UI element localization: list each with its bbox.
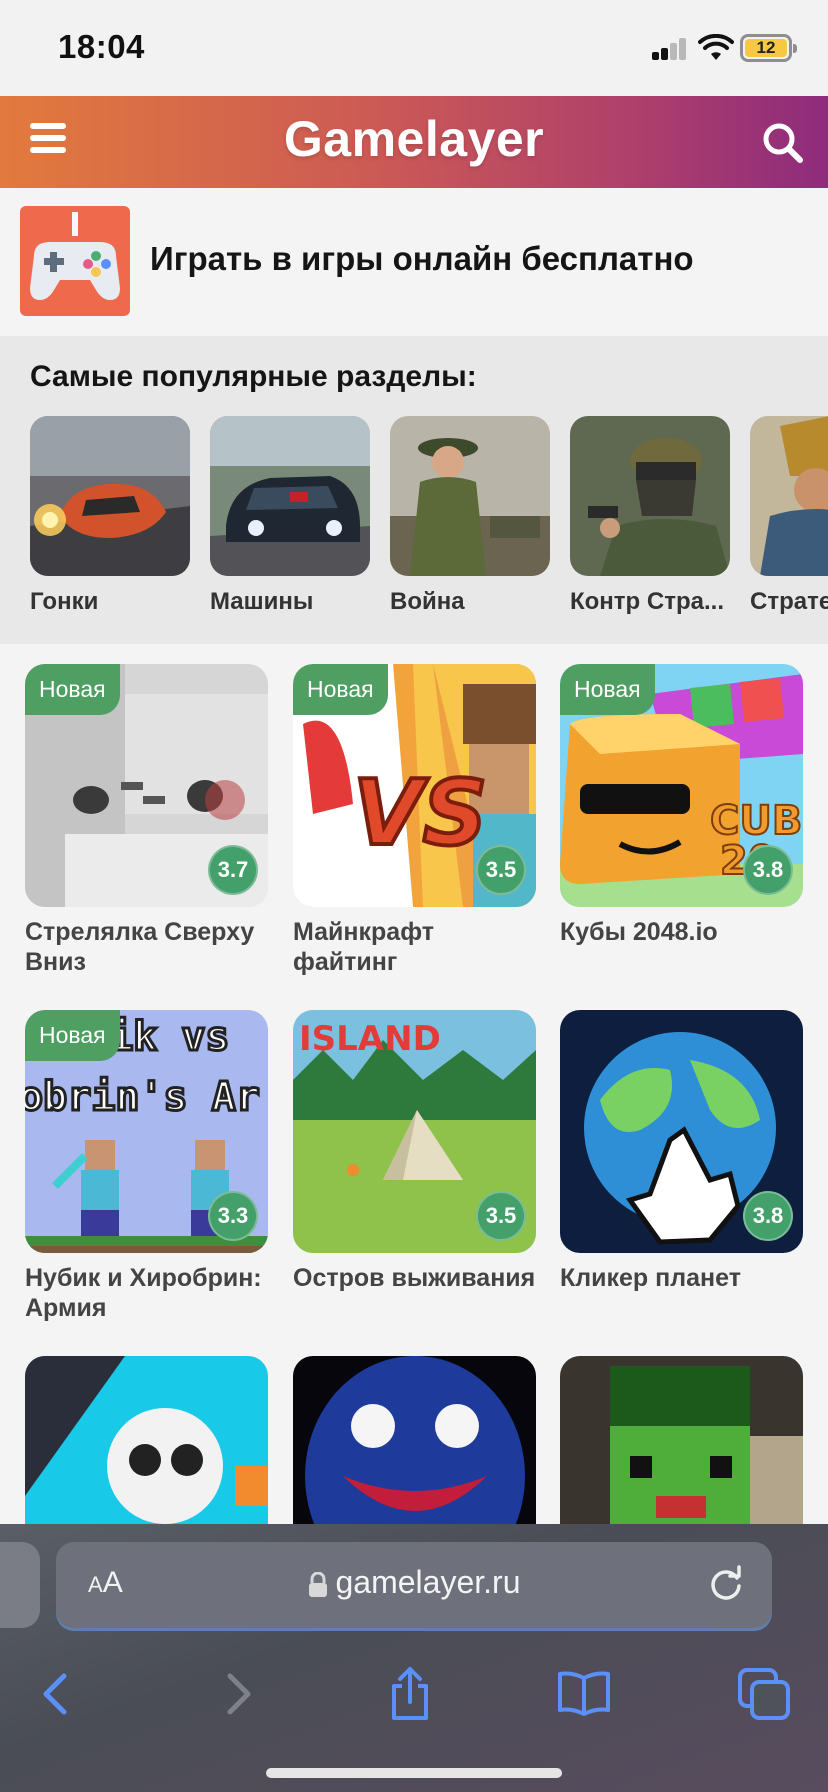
game-title: Нубик и Хиробрин: Армия	[25, 1264, 262, 1322]
category-label: Страте	[750, 588, 828, 615]
site-logo[interactable]: Gamelayer	[0, 110, 828, 168]
game-thumbnail: CUB 20 Новая 3.8	[560, 664, 803, 907]
page: 18:04 12 Gamelayer Играть в игры онлайн …	[0, 0, 828, 1792]
cellular-signal-icon	[652, 38, 688, 60]
game-card[interactable]	[25, 1356, 268, 1544]
intro-banner: Играть в игры онлайн бесплатно	[0, 188, 828, 336]
forward-icon[interactable]	[206, 1664, 266, 1724]
browser-toolbar: AA gamelayer.ru	[0, 1524, 828, 1792]
games-grid: Новая 3.7 Стрелялка Сверху Вниз VS Новая…	[0, 644, 828, 1544]
reload-icon[interactable]	[706, 1564, 746, 1604]
url-text: gamelayer.ru	[335, 1564, 521, 1600]
category-strategy[interactable]: Страте	[750, 416, 828, 616]
game-title: Кликер планет	[560, 1264, 741, 1292]
game-thumbnail	[560, 1356, 803, 1544]
game-title: Стрелялка Сверху Вниз	[25, 918, 255, 976]
category-cars[interactable]: Машины	[210, 416, 370, 616]
game-card[interactable]: ISLAND 3.5 Остров выживания	[293, 1010, 536, 1293]
game-thumbnail: Новая 3.7	[25, 664, 268, 907]
category-label: Машины	[210, 588, 314, 615]
lock-icon	[308, 1571, 327, 1597]
game-card[interactable]: Новая 3.7 Стрелялка Сверху Вниз	[25, 664, 268, 977]
game-thumbnail	[25, 1356, 268, 1544]
svg-text:ISLAND: ISLAND	[299, 1019, 441, 1059]
new-badge: Новая	[25, 1010, 120, 1061]
game-title: Майнкрафт файтинг	[293, 918, 434, 976]
game-card[interactable]: 3.8 Кликер планет	[560, 1010, 803, 1293]
tabs-icon[interactable]	[734, 1664, 794, 1724]
category-war[interactable]: Война	[390, 416, 550, 616]
search-icon[interactable]	[760, 120, 804, 164]
category-carousel[interactable]: Гонки Машины Война Контр Стра... Страте	[30, 416, 828, 636]
game-card[interactable]: CUB 20 Новая 3.8 Кубы 2048.io	[560, 664, 803, 947]
rating-badge: 3.5	[476, 845, 526, 895]
category-strategy-image	[750, 416, 828, 576]
game-card[interactable]	[560, 1356, 803, 1544]
rating-badge: 3.3	[208, 1191, 258, 1241]
category-counter-strike-image	[570, 416, 730, 576]
popular-sections-title: Самые популярные разделы:	[30, 360, 477, 393]
game-thumbnail: ISLAND 3.5	[293, 1010, 536, 1253]
battery-level: 12	[756, 38, 776, 57]
game-thumbnail: 3.8	[560, 1010, 803, 1253]
gamepad-icon	[20, 206, 130, 316]
category-counter-strike[interactable]: Контр Стра...	[570, 416, 730, 616]
game-card[interactable]: oik vs obrin's Ar Новая 3.3 Нубик и Хиро…	[25, 1010, 268, 1323]
hamburger-menu-icon[interactable]	[30, 123, 66, 159]
home-indicator	[266, 1768, 562, 1778]
status-time: 18:04	[58, 28, 145, 65]
category-label: Гонки	[30, 588, 99, 615]
new-badge: Новая	[25, 664, 120, 715]
battery-icon: 12	[740, 34, 797, 62]
rating-badge: 3.7	[208, 845, 258, 895]
game-title: Остров выживания	[293, 1264, 536, 1292]
new-badge: Новая	[293, 664, 388, 715]
game-card[interactable]	[293, 1356, 536, 1544]
category-war-image	[390, 416, 550, 576]
game-thumbnail	[293, 1356, 536, 1544]
game-card[interactable]: VS Новая 3.5 Майнкрафт файтинг	[293, 664, 536, 977]
url-display[interactable]: gamelayer.ru	[56, 1564, 772, 1601]
wifi-icon	[698, 34, 734, 60]
category-races[interactable]: Гонки	[30, 416, 190, 616]
site-header: Gamelayer	[0, 96, 828, 188]
bookmarks-icon[interactable]	[554, 1664, 614, 1724]
rating-badge: 3.5	[476, 1191, 526, 1241]
browser-nav-bar	[0, 1654, 828, 1734]
rating-badge: 3.8	[743, 845, 793, 895]
svg-text:VS: VS	[353, 761, 487, 866]
game-thumbnail: oik vs obrin's Ar Новая 3.3	[25, 1010, 268, 1253]
previous-tab-preview[interactable]	[0, 1542, 40, 1628]
new-badge: Новая	[560, 664, 655, 715]
game-thumbnail: VS Новая 3.5	[293, 664, 536, 907]
category-cars-image	[210, 416, 370, 576]
category-races-image	[30, 416, 190, 576]
back-icon[interactable]	[28, 1664, 88, 1724]
address-bar[interactable]: AA gamelayer.ru	[56, 1542, 772, 1628]
svg-text:obrin's Ar: obrin's Ar	[25, 1074, 260, 1120]
share-icon[interactable]	[380, 1664, 440, 1724]
rating-badge: 3.8	[743, 1191, 793, 1241]
game-title: Кубы 2048.io	[560, 918, 718, 946]
intro-title: Играть в игры онлайн бесплатно	[150, 240, 694, 277]
popular-sections: Самые популярные разделы: Гонки Машины В…	[0, 336, 828, 644]
category-label: Контр Стра...	[570, 588, 724, 615]
category-label: Война	[390, 588, 465, 615]
status-bar: 18:04 12	[0, 0, 828, 96]
